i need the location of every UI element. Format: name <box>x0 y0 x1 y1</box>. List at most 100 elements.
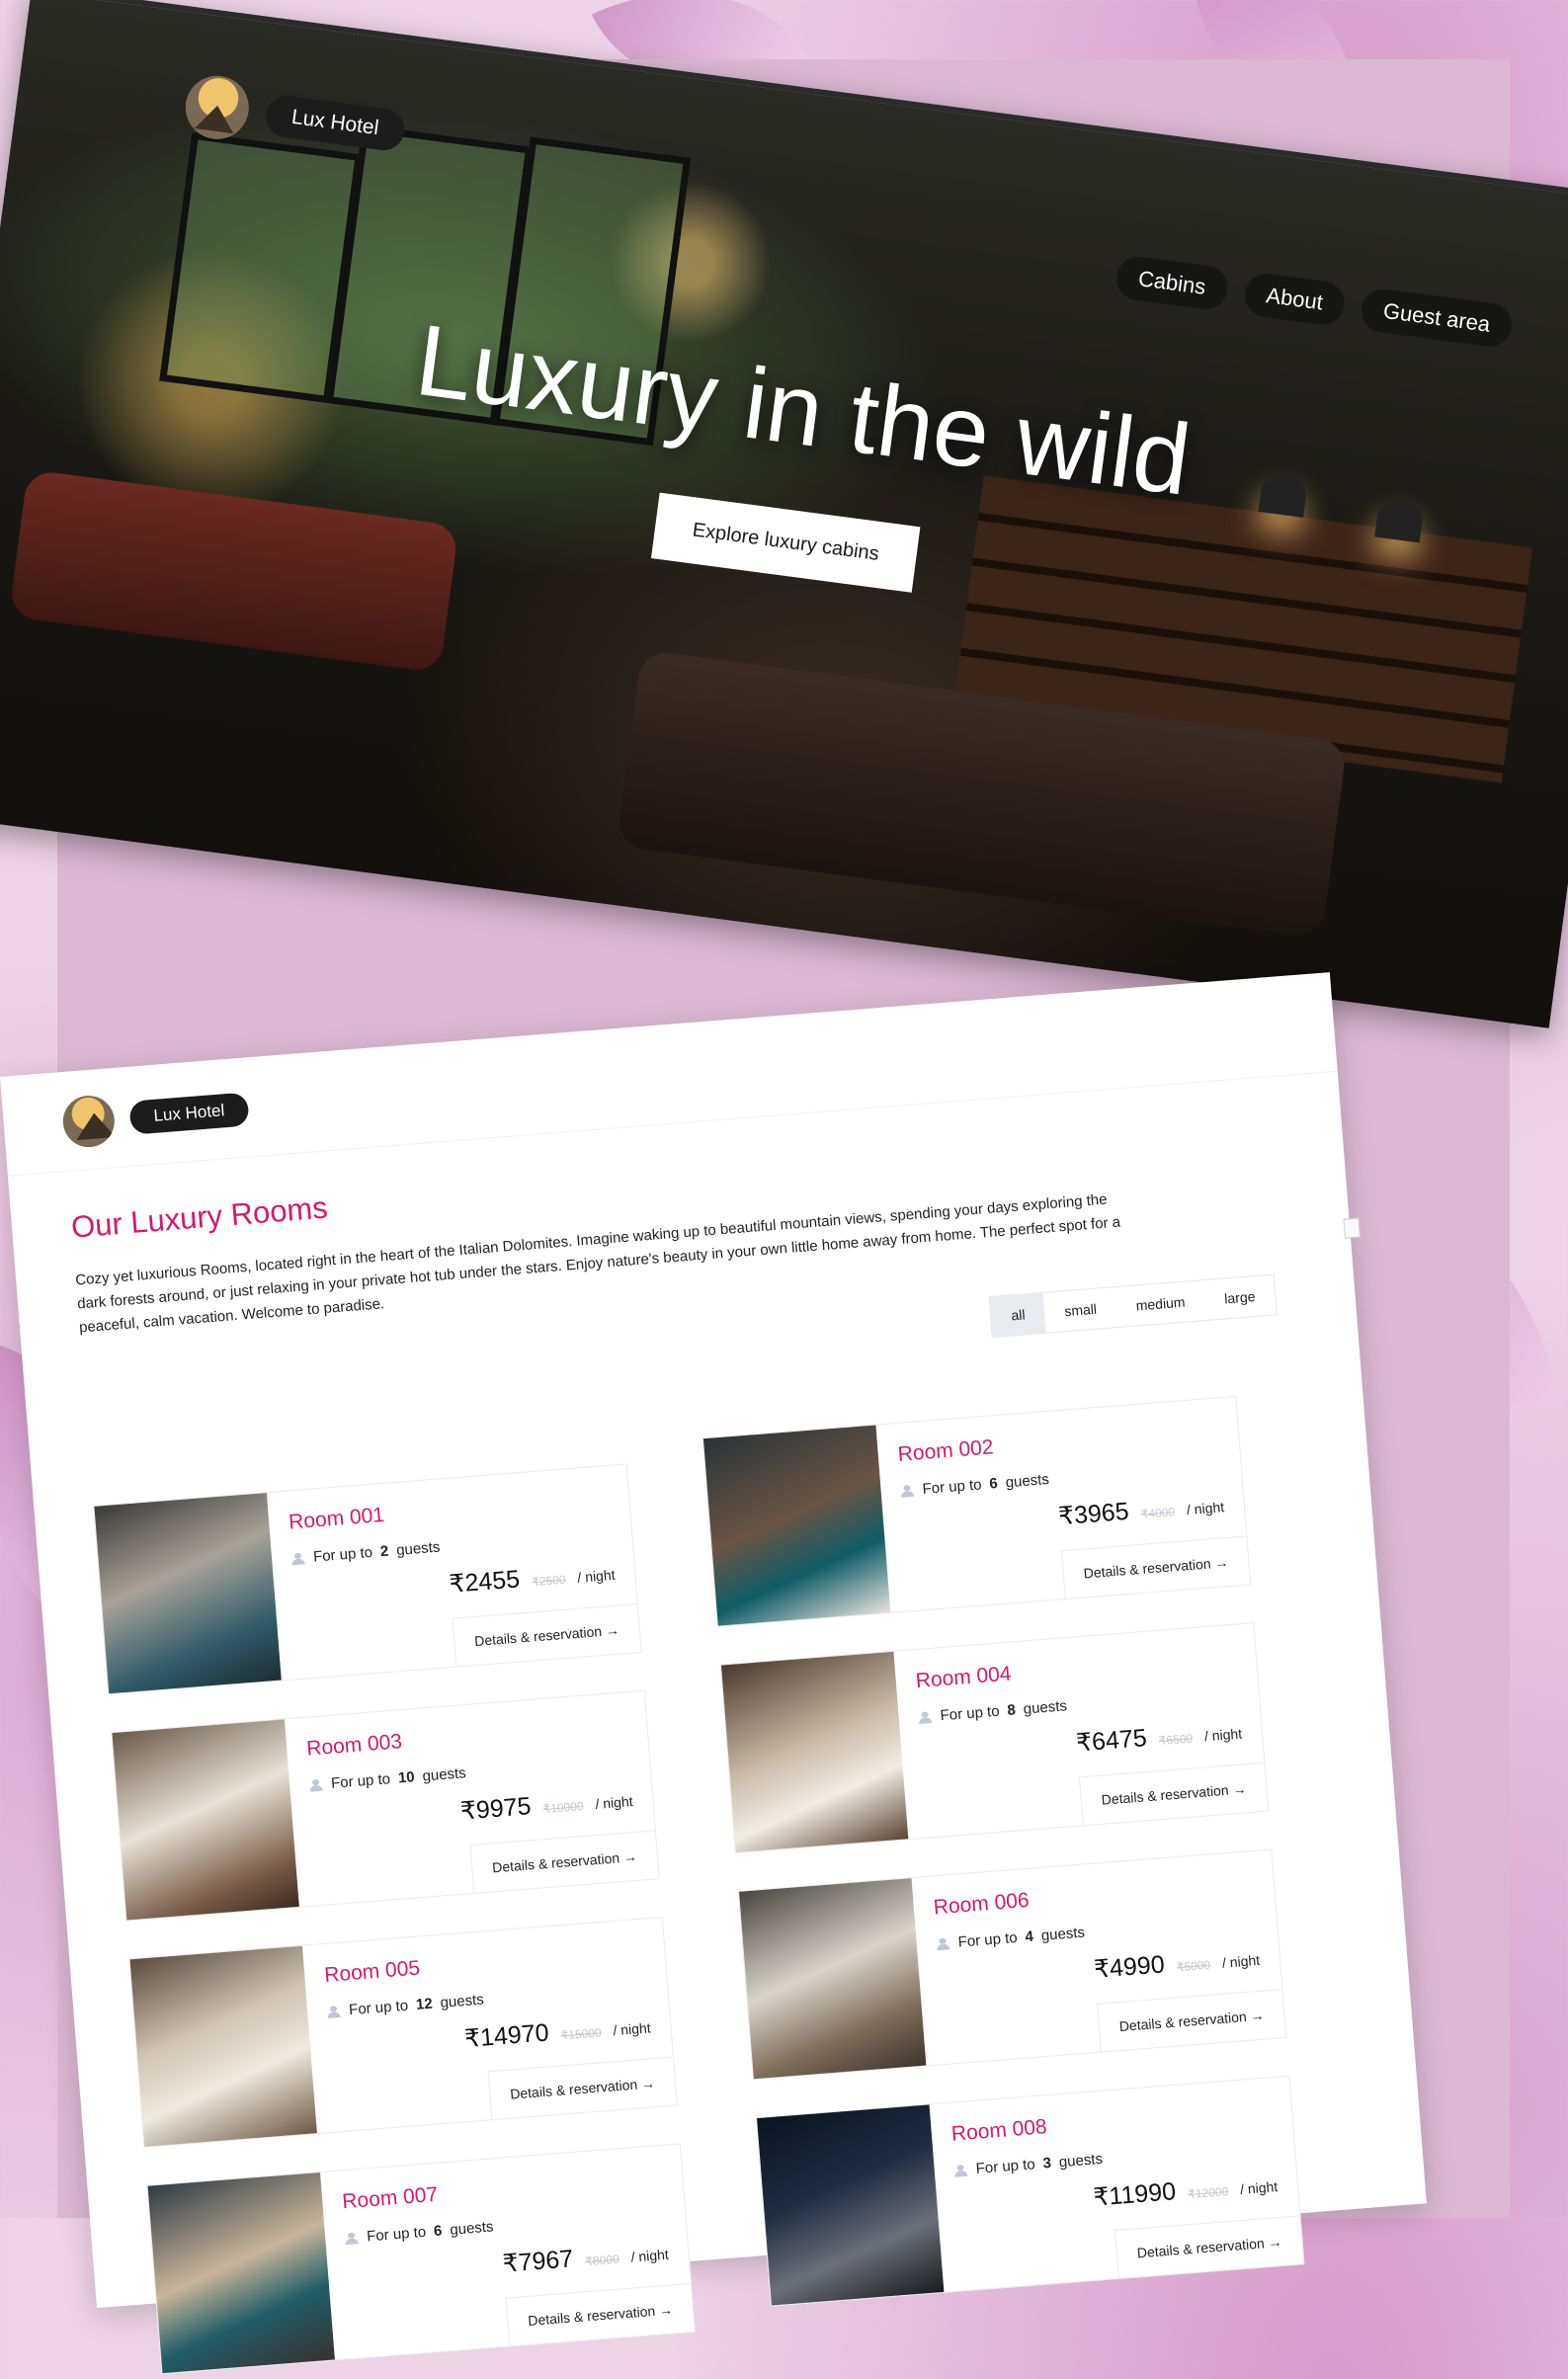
room-price: ₹3965 ₹4000 / night <box>1057 1489 1225 1531</box>
discounted-price: ₹11990 <box>1092 2177 1178 2212</box>
filter-all[interactable]: all <box>989 1292 1046 1337</box>
room-card: Room 007 For up to 6 guests ₹7967 ₹8000 … <box>146 2143 696 2375</box>
guests-count: 6 <box>433 2222 444 2241</box>
regular-price: ₹8000 <box>584 2252 620 2269</box>
filter-small[interactable]: small <box>1043 1287 1118 1333</box>
per-night-label: / night <box>612 2019 652 2039</box>
room-card: Room 002 For up to 6 guests ₹3965 ₹4000 … <box>701 1395 1252 1627</box>
guests-count: 2 <box>379 1542 389 1561</box>
nav-about[interactable]: About <box>1242 271 1348 328</box>
explore-cabins-button[interactable]: Explore luxury cabins <box>650 492 921 593</box>
room-info: Room 001 For up to 2 guests ₹2455 ₹2500 … <box>267 1464 641 1680</box>
room-photo <box>129 1945 317 2147</box>
room-name: Room 008 <box>950 2115 1048 2146</box>
room-capacity: For up to 6 guests <box>900 1471 1050 1500</box>
guests-suffix: guests <box>439 1991 485 2011</box>
room-photo <box>702 1425 891 1626</box>
discounted-price: ₹4990 <box>1093 1950 1166 1984</box>
logo-icon <box>60 1094 117 1150</box>
guests-suffix: guests <box>1023 1697 1068 1718</box>
guests-count: 3 <box>1041 2154 1052 2173</box>
room-name: Room 004 <box>914 1662 1013 1693</box>
discounted-price: ₹7967 <box>501 2245 575 2278</box>
details-reservation-link[interactable]: Details & reservation → <box>452 1603 641 1667</box>
filter-medium[interactable]: medium <box>1114 1280 1206 1327</box>
guests-icon <box>345 2232 360 2245</box>
guests-count: 12 <box>415 1995 434 2013</box>
guests-prefix: For up to <box>312 1543 373 1566</box>
details-reservation-link[interactable]: Details & reservation → <box>505 2282 695 2346</box>
nav-cabins[interactable]: Cabins <box>1114 254 1230 312</box>
room-price: ₹6475 ₹6500 / night <box>1075 1715 1243 1758</box>
guests-prefix: For up to <box>366 2223 427 2246</box>
room-info: Room 008 For up to 3 guests ₹11990 ₹1200… <box>930 2077 1304 2292</box>
guests-icon <box>936 1937 950 1950</box>
guests-count: 8 <box>1006 1701 1017 1719</box>
details-reservation-link[interactable]: Details & reservation → <box>1096 1989 1286 2052</box>
room-photo <box>112 1719 299 1921</box>
brand-name: Lux Hotel <box>263 93 407 153</box>
per-night-label: / night <box>576 1566 617 1586</box>
details-reservation-link[interactable]: Details & reservation → <box>487 2056 677 2120</box>
room-price: ₹7967 ₹8000 / night <box>502 2237 670 2279</box>
guests-prefix: For up to <box>975 2156 1036 2177</box>
discounted-price: ₹9975 <box>459 1792 533 1826</box>
regular-price: ₹4000 <box>1140 1505 1176 1521</box>
regular-price: ₹5000 <box>1176 1957 1211 1975</box>
page-header-logo[interactable]: Lux Hotel <box>60 1083 250 1150</box>
discounted-price: ₹3965 <box>1057 1497 1130 1531</box>
room-card: Room 004 For up to 8 guests ₹6475 ₹6500 … <box>719 1622 1270 1854</box>
guests-icon <box>327 2005 342 2017</box>
rooms-page: Lux Hotel Our Luxury Rooms Cozy yet luxu… <box>0 972 1427 2375</box>
regular-price: ₹2500 <box>531 1572 567 1590</box>
room-info: Room 004 For up to 8 guests ₹6475 ₹6500 … <box>893 1623 1269 1839</box>
leather-sofa <box>8 468 459 674</box>
guests-prefix: For up to <box>957 1928 1019 1951</box>
guests-icon <box>900 1484 915 1497</box>
room-info: Room 007 For up to 6 guests ₹7967 ₹8000 … <box>320 2144 695 2359</box>
room-card: Room 001 For up to 2 guests ₹2455 ₹2500 … <box>93 1463 642 1695</box>
room-capacity: For up to 10 guests <box>309 1764 467 1793</box>
guests-count: 6 <box>988 1475 999 1493</box>
room-photo <box>757 2104 945 2306</box>
room-info: Room 005 For up to 12 guests ₹14970 ₹150… <box>302 1918 677 2133</box>
discounted-price: ₹6475 <box>1075 1724 1148 1758</box>
side-scroll-tab[interactable] <box>1343 1217 1361 1239</box>
room-capacity: For up to 12 guests <box>327 1991 485 2019</box>
guests-count: 10 <box>397 1768 416 1787</box>
capacity-filter: all small medium large <box>988 1273 1278 1339</box>
details-reservation-link[interactable]: Details & reservation → <box>1060 1535 1251 1600</box>
room-photo <box>739 1878 927 2080</box>
discounted-price: ₹14970 <box>463 2018 550 2054</box>
discounted-price: ₹2455 <box>448 1565 522 1599</box>
guests-icon <box>953 2164 968 2176</box>
room-capacity: For up to 8 guests <box>918 1697 1068 1726</box>
per-night-label: / night <box>1239 2178 1279 2197</box>
guests-count: 4 <box>1024 1928 1034 1946</box>
details-reservation-link[interactable]: Details & reservation → <box>1078 1762 1269 1826</box>
room-name: Room 007 <box>341 2182 439 2214</box>
regular-price: ₹15000 <box>560 2025 603 2043</box>
room-capacity: For up to 4 guests <box>936 1925 1086 1953</box>
guests-suffix: guests <box>421 1764 467 1785</box>
per-night-label: / night <box>1203 1725 1243 1745</box>
room-capacity: For up to 6 guests <box>345 2218 495 2247</box>
guests-prefix: For up to <box>330 1770 391 1792</box>
room-name: Room 006 <box>932 1888 1031 1920</box>
room-card: Room 005 For up to 12 guests ₹14970 ₹150… <box>128 1916 678 2148</box>
section-title: Our Luxury Rooms <box>69 1190 329 1245</box>
room-price: ₹9975 ₹10000 / night <box>459 1783 634 1827</box>
guests-prefix: For up to <box>940 1702 1001 1725</box>
room-name: Room 003 <box>305 1730 403 1761</box>
nav-guest-area[interactable]: Guest area <box>1359 286 1515 350</box>
filter-large[interactable]: large <box>1203 1275 1277 1320</box>
room-price: ₹14970 ₹15000 / night <box>463 2010 651 2054</box>
regular-price: ₹6500 <box>1158 1731 1194 1749</box>
room-capacity: For up to 3 guests <box>953 2151 1104 2179</box>
guests-icon <box>918 1710 933 1723</box>
details-reservation-link[interactable]: Details & reservation → <box>469 1830 659 1893</box>
room-price: ₹11990 ₹12000 / night <box>1093 2169 1279 2213</box>
details-reservation-link[interactable]: Details & reservation → <box>1114 2215 1304 2278</box>
room-capacity: For up to 2 guests <box>291 1539 441 1568</box>
guests-prefix: For up to <box>921 1476 983 1499</box>
